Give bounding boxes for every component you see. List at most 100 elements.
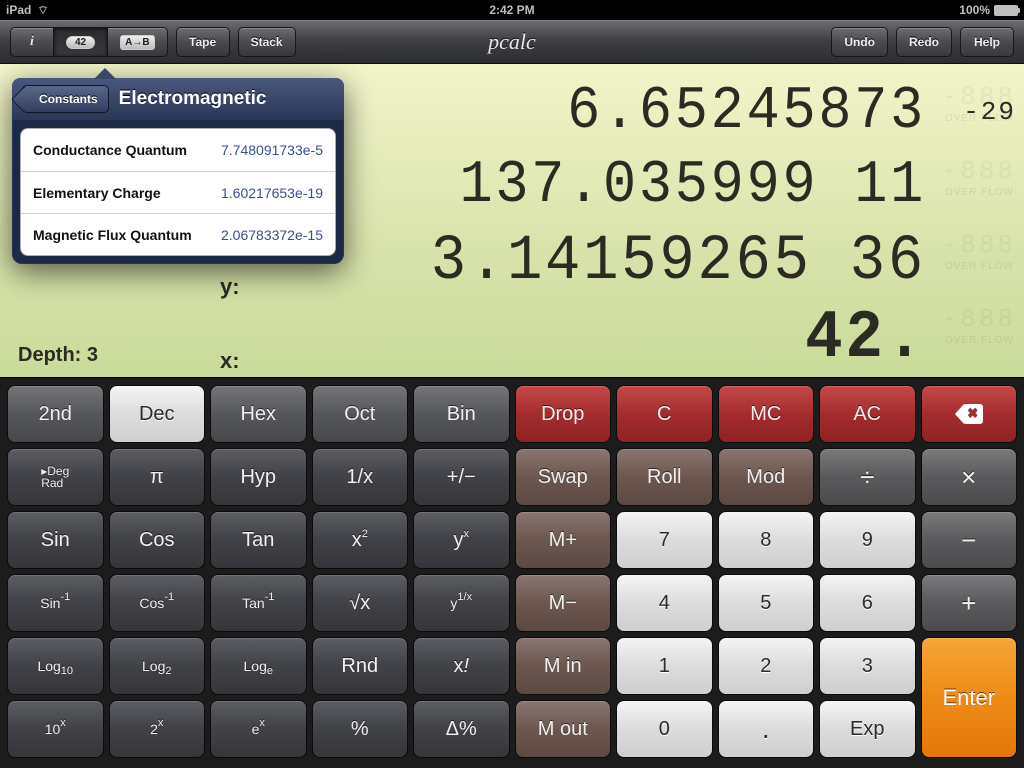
key-dec[interactable]: Dec bbox=[109, 385, 206, 443]
key-percent[interactable]: % bbox=[312, 700, 409, 758]
key-minus[interactable]: − bbox=[921, 511, 1018, 569]
key-ac[interactable]: AC bbox=[819, 385, 916, 443]
info-icon: i bbox=[30, 34, 34, 50]
key-min[interactable]: M in bbox=[515, 637, 612, 695]
key-yroot[interactable]: y1/x bbox=[413, 574, 510, 632]
rad-label: Rad bbox=[41, 477, 69, 489]
key-deltapercent[interactable]: Δ% bbox=[413, 700, 510, 758]
key-10x[interactable]: 10x bbox=[7, 700, 104, 758]
key-mout[interactable]: M out bbox=[515, 700, 612, 758]
key-3[interactable]: 3 bbox=[819, 637, 916, 695]
key-ex[interactable]: ex bbox=[210, 700, 307, 758]
popover-header: Constants Electromagnetic bbox=[12, 78, 344, 120]
key-hex[interactable]: Hex bbox=[210, 385, 307, 443]
toolbar: i 42 A→B Tape Stack pcalc Undo Redo Help bbox=[0, 20, 1024, 64]
key-c[interactable]: C bbox=[616, 385, 713, 443]
key-x2[interactable]: x2 bbox=[312, 511, 409, 569]
key-asin[interactable]: Sin-1 bbox=[7, 574, 104, 632]
key-ln[interactable]: Loge bbox=[210, 637, 307, 695]
key-8[interactable]: 8 bbox=[718, 511, 815, 569]
constant-row[interactable]: Magnetic Flux Quantum 2.06783372e-15 bbox=[21, 213, 335, 255]
toolbar-left-segment: i 42 A→B bbox=[10, 27, 168, 57]
key-recip[interactable]: 1/x bbox=[312, 448, 409, 506]
key-mminus[interactable]: M− bbox=[515, 574, 612, 632]
key-2[interactable]: 2 bbox=[718, 637, 815, 695]
key-7[interactable]: 7 bbox=[616, 511, 713, 569]
key-1[interactable]: 1 bbox=[616, 637, 713, 695]
redo-button[interactable]: Redo bbox=[896, 27, 952, 57]
key-multiply[interactable]: × bbox=[921, 448, 1018, 506]
key-2x[interactable]: 2x bbox=[109, 700, 206, 758]
key-0[interactable]: 0 bbox=[616, 700, 713, 758]
constant-name: Elementary Charge bbox=[33, 185, 161, 201]
key-mplus[interactable]: M+ bbox=[515, 511, 612, 569]
wifi-icon: ⌔ bbox=[37, 3, 48, 18]
lcd-row-x: x: 42. bbox=[0, 300, 1016, 377]
battery-icon bbox=[994, 5, 1018, 16]
status-bar: iPad ⌔ 2:42 PM 100% bbox=[0, 0, 1024, 20]
constant-value: 2.06783372e-15 bbox=[221, 227, 323, 243]
conversions-button[interactable]: A→B bbox=[108, 27, 167, 57]
key-acos[interactable]: Cos-1 bbox=[109, 574, 206, 632]
constants-badge: 42 bbox=[66, 36, 95, 49]
depth-label: Depth: 3 bbox=[18, 344, 98, 367]
constant-row[interactable]: Elementary Charge 1.60217653e-19 bbox=[21, 171, 335, 213]
constants-button[interactable]: 42 bbox=[54, 27, 108, 57]
key-5[interactable]: 5 bbox=[718, 574, 815, 632]
key-mod[interactable]: Mod bbox=[718, 448, 815, 506]
key-fact[interactable]: x! bbox=[413, 637, 510, 695]
popover-back-label: Constants bbox=[39, 92, 98, 106]
battery-percent: 100% bbox=[959, 3, 990, 17]
key-backspace[interactable] bbox=[921, 385, 1018, 443]
key-log10[interactable]: Log10 bbox=[7, 637, 104, 695]
popover-list: Conductance Quantum 7.748091733e-5 Eleme… bbox=[20, 128, 336, 256]
key-negate[interactable]: +/− bbox=[413, 448, 510, 506]
key-cos[interactable]: Cos bbox=[109, 511, 206, 569]
key-enter[interactable]: Enter bbox=[921, 637, 1018, 758]
key-yx[interactable]: yx bbox=[413, 511, 510, 569]
key-4[interactable]: 4 bbox=[616, 574, 713, 632]
key-atan[interactable]: Tan-1 bbox=[210, 574, 307, 632]
key-bin[interactable]: Bin bbox=[413, 385, 510, 443]
key-exp[interactable]: Exp bbox=[819, 700, 916, 758]
key-divide[interactable]: ÷ bbox=[819, 448, 916, 506]
lcd-value-x: 42. bbox=[74, 300, 926, 377]
constants-popover: Constants Electromagnetic Conductance Qu… bbox=[12, 78, 344, 264]
key-roll[interactable]: Roll bbox=[616, 448, 713, 506]
stack-button[interactable]: Stack bbox=[238, 27, 296, 57]
key-log2[interactable]: Log2 bbox=[109, 637, 206, 695]
popover-title: Electromagnetic bbox=[119, 88, 267, 110]
key-2nd[interactable]: 2nd bbox=[7, 385, 104, 443]
lcd-exp-t: -29 bbox=[926, 97, 1016, 127]
popover-back-button[interactable]: Constants bbox=[22, 85, 109, 113]
app-title: pcalc bbox=[488, 29, 536, 55]
key-decimal[interactable]: . bbox=[718, 700, 815, 758]
key-rnd[interactable]: Rnd bbox=[312, 637, 409, 695]
key-plus[interactable]: + bbox=[921, 574, 1018, 632]
key-sqrt[interactable]: √x bbox=[312, 574, 409, 632]
constant-row[interactable]: Conductance Quantum 7.748091733e-5 bbox=[21, 129, 335, 171]
key-drop[interactable]: Drop bbox=[515, 385, 612, 443]
key-6[interactable]: 6 bbox=[819, 574, 916, 632]
key-hyp[interactable]: Hyp bbox=[210, 448, 307, 506]
convert-icon: A→B bbox=[120, 35, 154, 50]
undo-button[interactable]: Undo bbox=[831, 27, 888, 57]
key-9[interactable]: 9 bbox=[819, 511, 916, 569]
constant-value: 1.60217653e-19 bbox=[221, 185, 323, 201]
carrier-label: iPad bbox=[6, 3, 31, 17]
backspace-icon bbox=[955, 404, 983, 424]
key-mc[interactable]: MC bbox=[718, 385, 815, 443]
clock: 2:42 PM bbox=[489, 3, 534, 17]
key-swap[interactable]: Swap bbox=[515, 448, 612, 506]
constant-name: Magnetic Flux Quantum bbox=[33, 227, 192, 243]
constant-name: Conductance Quantum bbox=[33, 142, 187, 158]
key-sin[interactable]: Sin bbox=[7, 511, 104, 569]
key-pi[interactable]: π bbox=[109, 448, 206, 506]
keypad: 2nd Dec Hex Oct Bin Drop C MC AC ▸Deg Ra… bbox=[0, 378, 1024, 768]
key-tan[interactable]: Tan bbox=[210, 511, 307, 569]
help-button[interactable]: Help bbox=[960, 27, 1014, 57]
info-button[interactable]: i bbox=[10, 27, 54, 57]
key-oct[interactable]: Oct bbox=[312, 385, 409, 443]
key-deg-rad[interactable]: ▸Deg Rad bbox=[7, 448, 104, 506]
tape-button[interactable]: Tape bbox=[176, 27, 230, 57]
